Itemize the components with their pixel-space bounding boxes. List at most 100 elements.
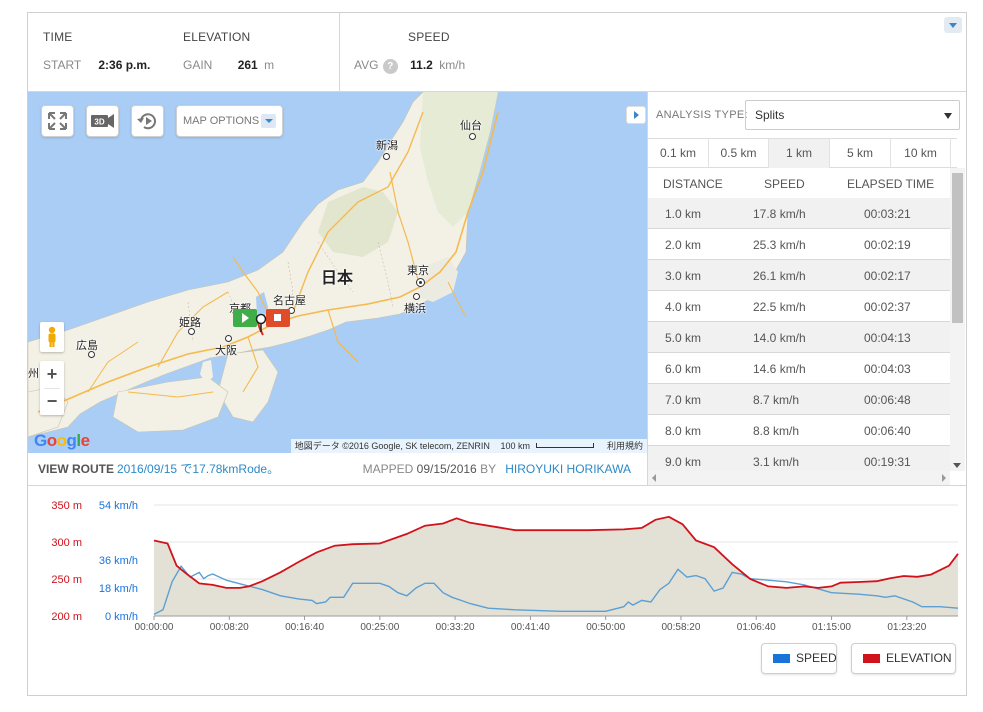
mapped-label: MAPPED	[362, 462, 414, 476]
collapse-stats-button[interactable]	[944, 17, 962, 33]
city-tokyo: 東京	[407, 265, 429, 277]
scroll-thumb[interactable]	[952, 173, 963, 323]
time-stat: TIME START 2:36 p.m.	[43, 13, 183, 92]
table-row[interactable]: 6.0 km 14.6 km/h 00:04:03	[648, 353, 950, 384]
gain-value: 261	[237, 58, 258, 72]
avg-row: AVG ? 11.2 km/h	[354, 58, 465, 74]
map-attribution: 地図データ ©2016 Google, SK telecom, ZENRIN 1…	[290, 439, 647, 453]
author-link[interactable]: HIROYUKI HORIKAWA	[505, 462, 631, 476]
fullscreen-icon	[48, 112, 67, 130]
table-row[interactable]: 2.0 km 25.3 km/h 00:02:19	[648, 229, 950, 260]
map-options-dropdown[interactable]: MAP OPTIONS	[176, 105, 283, 137]
split-speed: 8.8 km/h	[753, 424, 800, 438]
help-icon[interactable]: ?	[382, 59, 398, 74]
map-options-label: MAP OPTIONS	[183, 115, 260, 127]
zoom-divider	[44, 388, 60, 389]
table-row[interactable]: 5.0 km 14.0 km/h 00:04:13	[648, 322, 950, 353]
x-tick-label: 00:33:20	[436, 622, 475, 633]
legend-elevation-toggle[interactable]: ELEVATION	[851, 643, 956, 674]
scroll-right-icon[interactable]	[942, 474, 946, 482]
3d-label: 3D	[94, 118, 104, 127]
legend-speed-toggle[interactable]: SPEED	[761, 643, 837, 674]
city-marker-niigata	[383, 153, 390, 160]
zoom-control: + −	[40, 361, 64, 415]
replay-button[interactable]	[131, 105, 164, 137]
analysis-type-label: ANALYSIS TYPE:	[656, 109, 748, 121]
avg-label: AVG	[354, 58, 379, 72]
route-end-marker[interactable]	[266, 309, 290, 327]
speed-header: SPEED	[408, 30, 450, 44]
horizontal-scrollbar[interactable]	[648, 471, 950, 485]
google-letter: G	[34, 431, 47, 450]
city-marker-yokohama	[413, 293, 420, 300]
city-kyushu: 州	[28, 368, 39, 380]
tab-0-1-km[interactable]: 0.1 km	[648, 139, 709, 168]
split-speed: 14.0 km/h	[753, 331, 806, 345]
table-row[interactable]: 8.0 km 8.8 km/h 00:06:40	[648, 415, 950, 446]
analysis-panel: ANALYSIS TYPE: Splits 0.1 km 0.5 km 1 km…	[626, 92, 966, 485]
tab-1-km[interactable]: 1 km	[769, 139, 830, 168]
split-distance: 8.0 km	[665, 424, 702, 438]
activity-panel: TIME START 2:36 p.m. ELEVATION GAIN 261 …	[27, 12, 967, 696]
google-letter: o	[46, 431, 57, 450]
route-info-bar: VIEW ROUTE 2016/09/15 で17.78kmRode。 MAPP…	[28, 453, 647, 485]
tab-0-5-km[interactable]: 0.5 km	[709, 139, 769, 168]
gain-label: GAIN	[183, 58, 213, 72]
table-row[interactable]: 7.0 km 8.7 km/h 00:06:48	[648, 384, 950, 415]
table-row[interactable]: 1.0 km 17.8 km/h 00:03:21	[648, 198, 950, 229]
attribution-text: 地図データ ©2016 Google, SK telecom, ZENRIN	[294, 441, 490, 451]
elevation-speed-chart[interactable]: 200 m 250 m 300 m 350 m 0 km/h 18 km/h 36 km/h…	[28, 486, 966, 636]
speed-tick-label: 54 km/h	[99, 500, 138, 512]
table-row[interactable]: 9.0 km 3.1 km/h 00:19:31	[648, 446, 950, 471]
route-link[interactable]: 2016/09/15 で17.78kmRode。	[117, 453, 279, 485]
x-tick-label: 00:00:00	[135, 622, 174, 633]
speed-swatch	[773, 654, 790, 663]
split-elapsed-time: 00:06:48	[864, 393, 911, 407]
location-pin-icon	[255, 313, 267, 332]
3d-view-button[interactable]: 3D	[86, 105, 119, 137]
city-marker-hiroshima	[88, 351, 95, 358]
zoom-out-button[interactable]: −	[40, 388, 64, 415]
google-letter: o	[56, 431, 67, 450]
elevation-area	[154, 516, 958, 616]
scroll-down-icon[interactable]	[953, 463, 961, 468]
speed-tick-label: 36 km/h	[99, 555, 138, 567]
split-speed: 14.6 km/h	[753, 362, 806, 376]
legend-speed-label: SPEED	[796, 651, 837, 665]
fullscreen-button[interactable]	[41, 105, 74, 137]
elevation-swatch	[863, 654, 880, 663]
city-sendai: 仙台	[460, 120, 482, 132]
split-distance: 1.0 km	[665, 207, 702, 221]
scroll-left-icon[interactable]	[652, 474, 656, 482]
time-header: TIME	[43, 30, 73, 44]
elevation-tick-label: 350 m	[51, 500, 82, 512]
start-value: 2:36 p.m.	[98, 58, 151, 72]
vertical-scrollbar[interactable]	[950, 168, 965, 471]
avg-speed-value: 11.2	[410, 58, 433, 72]
scale-bar	[536, 443, 595, 448]
x-tick-label: 00:16:40	[285, 622, 324, 633]
google-logo: Google	[34, 431, 90, 451]
split-speed: 3.1 km/h	[753, 455, 800, 469]
tab-5-km[interactable]: 5 km	[830, 139, 891, 168]
street-view-button[interactable]	[40, 322, 64, 352]
gain-row: GAIN 261 m	[183, 58, 274, 72]
split-elapsed-time: 00:19:31	[864, 455, 911, 469]
tab-10-km[interactable]: 10 km	[891, 139, 951, 168]
distance-tabs: 0.1 km 0.5 km 1 km 5 km 10 km	[648, 138, 957, 168]
analysis-type-select[interactable]: Splits	[745, 100, 960, 130]
split-elapsed-time: 00:04:13	[864, 331, 911, 345]
expand-panel-button[interactable]	[626, 106, 646, 124]
x-tick-label: 00:50:00	[586, 622, 625, 633]
split-speed: 17.8 km/h	[753, 207, 806, 221]
route-map[interactable]: 3D MAP OPTIONS 仙台 新潟 日本 東京 横浜 名古屋 京都 姫路 …	[28, 92, 647, 453]
chevron-down-icon	[261, 114, 276, 128]
zoom-in-button[interactable]: +	[40, 361, 64, 388]
x-tick-label: 01:15:00	[812, 622, 851, 633]
terms-link[interactable]: 利用規約	[607, 441, 643, 451]
col-distance: DISTANCE	[663, 177, 723, 191]
city-osaka: 大阪	[215, 345, 237, 357]
table-row[interactable]: 3.0 km 26.1 km/h 00:02:17	[648, 260, 950, 291]
split-speed: 25.3 km/h	[753, 238, 806, 252]
table-row[interactable]: 4.0 km 22.5 km/h 00:02:37	[648, 291, 950, 322]
